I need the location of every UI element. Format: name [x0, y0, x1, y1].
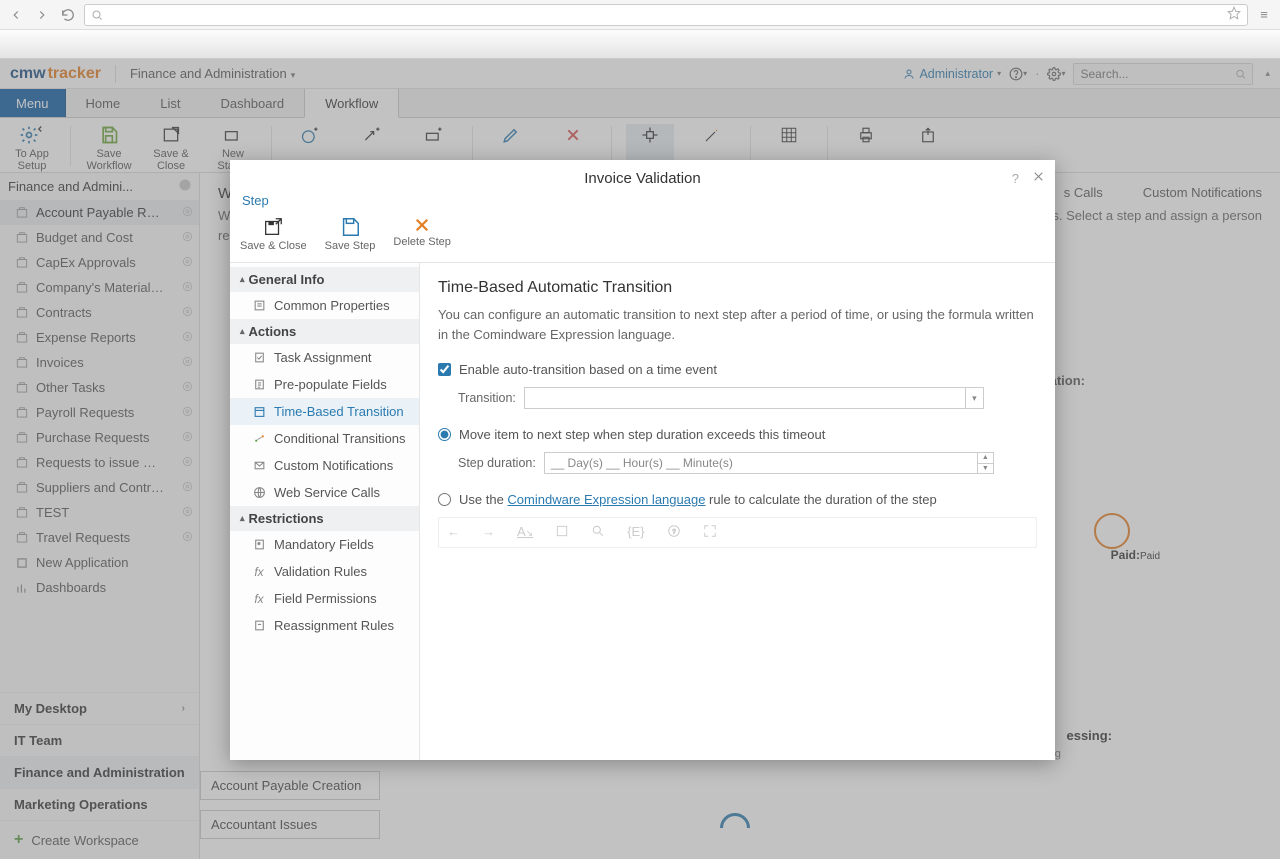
step-duration-input[interactable]: __ Day(s) __ Hour(s) __ Minute(s) ▲▼: [544, 452, 994, 474]
tb-back-icon[interactable]: ←: [447, 524, 460, 541]
ms-mandatory-fields[interactable]: *Mandatory Fields: [230, 531, 419, 558]
chevron-down-icon: ▾: [965, 388, 983, 408]
tb-save-icon[interactable]: [555, 524, 569, 541]
svg-text:*: *: [257, 543, 260, 549]
bookmark-star-icon[interactable]: [1227, 6, 1241, 23]
ms-prepopulate[interactable]: Pre-populate Fields: [230, 371, 419, 398]
enable-auto-transition-label: Enable auto-transition based on a time e…: [459, 362, 717, 377]
url-bar[interactable]: [84, 4, 1248, 26]
ms-custom-notifications[interactable]: Custom Notifications: [230, 452, 419, 479]
step-duration-label: Step duration:: [458, 456, 536, 470]
spin-up[interactable]: ▲: [978, 453, 993, 464]
tb-braces-icon[interactable]: {E}: [627, 524, 644, 541]
ms-header-actions[interactable]: ▴Actions: [230, 319, 419, 344]
use-expression-label: Use the Comindware Expression language r…: [459, 492, 937, 507]
ms-header-general[interactable]: ▴General Info: [230, 267, 419, 292]
use-expression-radio[interactable]: [438, 493, 451, 506]
browser-menu-button[interactable]: ≡: [1254, 5, 1274, 25]
mr-delete-step[interactable]: Delete Step: [393, 216, 450, 252]
mm-desc: You can configure an automatic transitio…: [438, 305, 1037, 344]
ms-header-restrictions[interactable]: ▴Restrictions: [230, 506, 419, 531]
svg-text:?: ?: [672, 528, 676, 535]
mm-title: Time-Based Automatic Transition: [438, 279, 1037, 297]
nav-back-button[interactable]: [6, 5, 26, 25]
expression-toolbar: ← → A↘ {E} ?: [438, 517, 1037, 548]
ms-reassignment-rules[interactable]: Reassignment Rules: [230, 612, 419, 639]
toolbar-spacer: [0, 30, 1280, 59]
expression-language-link[interactable]: Comindware Expression language: [507, 492, 705, 507]
transition-label: Transition:: [458, 391, 516, 405]
ms-time-based-transition[interactable]: Time-Based Transition: [230, 398, 419, 425]
nav-reload-button[interactable]: [58, 5, 78, 25]
modal-help-button[interactable]: ?: [1012, 171, 1019, 186]
transition-dropdown[interactable]: ▾: [524, 387, 984, 409]
ms-conditional-transitions[interactable]: Conditional Transitions: [230, 425, 419, 452]
step-editor-modal: Invoice Validation ? Step Save & Close S…: [230, 160, 1055, 760]
enable-auto-transition-checkbox[interactable]: [438, 363, 451, 376]
ms-task-assignment[interactable]: Task Assignment: [230, 344, 419, 371]
ms-validation-rules[interactable]: fxValidation Rules: [230, 558, 419, 585]
modal-title: Invoice Validation: [584, 170, 700, 187]
modal-close-button[interactable]: [1032, 170, 1045, 187]
move-on-timeout-radio[interactable]: [438, 428, 451, 441]
spin-down[interactable]: ▼: [978, 464, 993, 474]
tb-search-icon[interactable]: [591, 524, 605, 541]
tb-format-icon[interactable]: A↘: [517, 524, 533, 541]
nav-forward-button[interactable]: [32, 5, 52, 25]
tb-forward-icon[interactable]: →: [482, 524, 495, 541]
mr-save-step[interactable]: Save Step: [325, 216, 376, 252]
move-on-timeout-label: Move item to next step when step duratio…: [459, 427, 825, 442]
mr-save-close[interactable]: Save & Close: [240, 216, 307, 252]
ms-field-permissions[interactable]: fxField Permissions: [230, 585, 419, 612]
modal-sidebar: ▴General Info Common Properties ▴Actions…: [230, 263, 420, 760]
ms-web-service-calls[interactable]: Web Service Calls: [230, 479, 419, 506]
browser-chrome: ≡: [0, 0, 1280, 30]
modal-breadcrumb[interactable]: Step: [230, 193, 1055, 212]
ms-common-properties[interactable]: Common Properties: [230, 292, 419, 319]
modal-main-panel: Time-Based Automatic Transition You can …: [420, 263, 1055, 760]
tb-help-icon[interactable]: ?: [667, 524, 681, 541]
tb-expand-icon[interactable]: [703, 524, 717, 541]
